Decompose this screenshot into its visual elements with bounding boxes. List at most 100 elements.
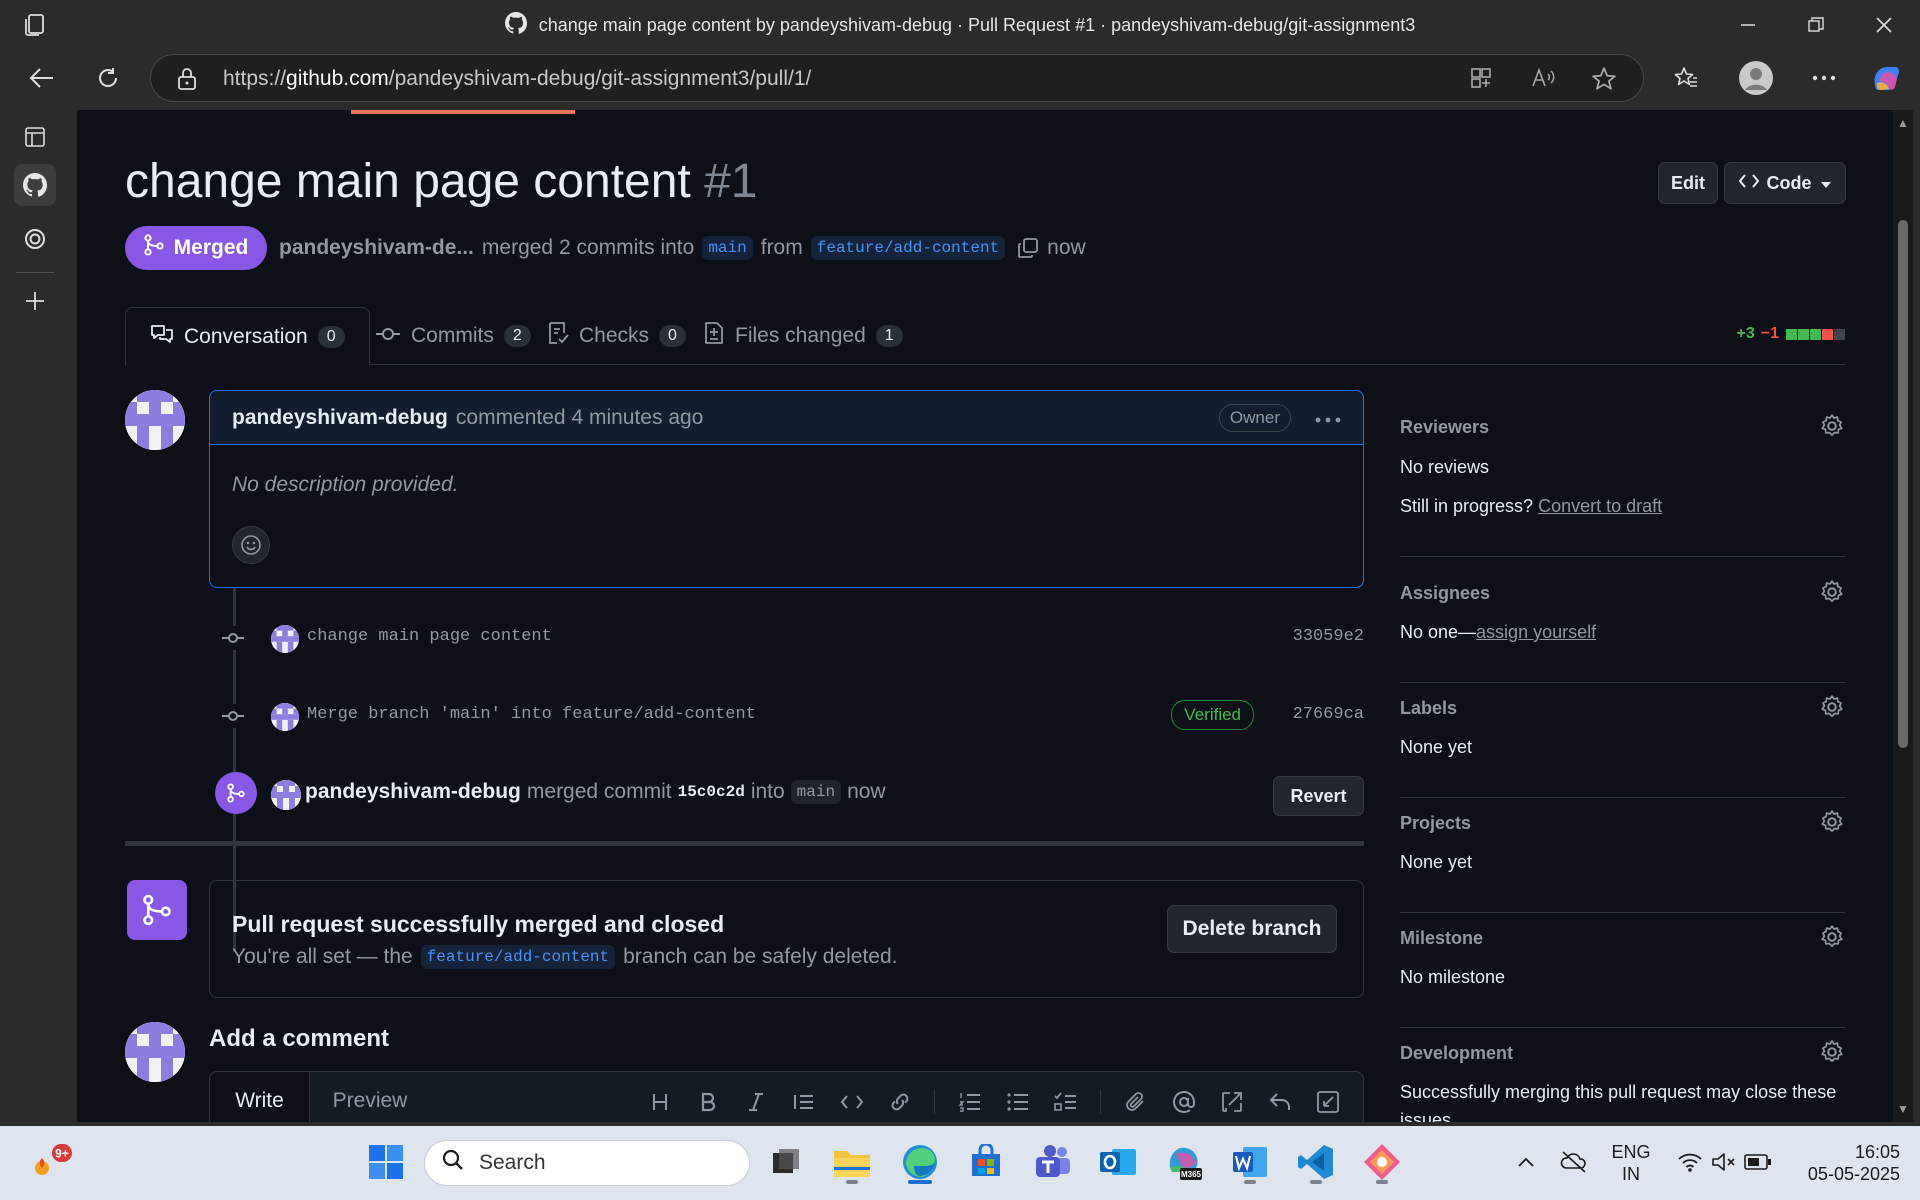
assignees-gear-icon[interactable] [1819, 579, 1845, 605]
edge-browser-icon[interactable] [896, 1138, 944, 1186]
chatgpt-tab-icon[interactable] [14, 218, 56, 260]
fullscreen-icon[interactable] [1314, 1088, 1342, 1116]
comment-options-icon[interactable] [1315, 399, 1341, 430]
outlook-icon[interactable] [1094, 1138, 1142, 1186]
scroll-down-icon[interactable]: ▼ [1896, 1102, 1910, 1116]
deletable-branch[interactable]: feature/add-content [420, 945, 616, 969]
teams-icon[interactable] [1028, 1138, 1076, 1186]
labels-gear-icon[interactable] [1819, 694, 1845, 720]
milestone-gear-icon[interactable] [1819, 924, 1845, 950]
development-gear-icon[interactable] [1819, 1039, 1845, 1065]
word-icon[interactable] [1226, 1138, 1274, 1186]
delete-branch-button[interactable]: Delete branch [1167, 905, 1337, 953]
app-available-icon[interactable] [1469, 66, 1495, 92]
bold-icon[interactable] [694, 1088, 722, 1116]
close-window-button[interactable] [1850, 0, 1918, 50]
comment-box: pandeyshivam-debug commented 4 minutes a… [209, 390, 1364, 588]
sidebar-toggle-icon[interactable] [14, 116, 56, 158]
commit-sha[interactable]: 33059e2 [1293, 627, 1364, 646]
heading-icon[interactable] [646, 1088, 674, 1116]
page-scrollbar[interactable]: ▲ ▼ [1893, 110, 1913, 1122]
refresh-button[interactable] [86, 58, 130, 98]
tab-files-changed[interactable]: Files changed 1 [679, 307, 927, 365]
vscode-icon[interactable] [1292, 1138, 1340, 1186]
link-icon[interactable] [886, 1088, 914, 1116]
favorites-icon[interactable] [1664, 56, 1708, 100]
scrollbar-thumb[interactable] [1898, 220, 1908, 748]
snipping-tool-icon[interactable] [1358, 1138, 1406, 1186]
add-reaction-icon[interactable] [232, 526, 270, 564]
favorite-star-icon[interactable] [1591, 66, 1617, 92]
commit-sha[interactable]: 27669ca [1293, 705, 1364, 724]
merge-target-branch[interactable]: main [790, 780, 842, 804]
copilot-icon[interactable] [1864, 56, 1908, 100]
back-button[interactable] [20, 58, 64, 98]
commit-author-avatar[interactable] [271, 625, 299, 653]
attach-icon[interactable] [1122, 1088, 1150, 1116]
projects-label: Projects [1400, 813, 1472, 833]
italic-icon[interactable] [742, 1088, 770, 1116]
read-aloud-icon[interactable] [1531, 66, 1557, 92]
reply-icon[interactable] [1266, 1088, 1294, 1116]
write-tab[interactable]: Write [210, 1072, 310, 1122]
verified-badge[interactable]: Verified [1171, 700, 1254, 730]
mention-icon[interactable] [1170, 1088, 1198, 1116]
battery-icon[interactable] [1734, 1138, 1782, 1186]
tab-conversation[interactable]: Conversation 0 [125, 307, 370, 366]
language-indicator[interactable]: ENG IN [1608, 1141, 1654, 1185]
labels-label: Labels [1400, 698, 1458, 718]
author-link[interactable]: pandeyshivam-de... [279, 236, 474, 260]
profile-avatar[interactable] [1734, 56, 1778, 100]
file-explorer-icon[interactable] [828, 1138, 876, 1186]
merger-name[interactable]: pandeyshivam-debug [305, 780, 521, 804]
merge-commit-sha[interactable]: 15c0c2d [678, 783, 745, 801]
windows-start-icon[interactable] [362, 1138, 410, 1186]
convert-to-draft-link[interactable]: Convert to draft [1538, 496, 1662, 516]
task-view-icon[interactable] [762, 1138, 810, 1186]
code-button[interactable]: Code [1724, 162, 1846, 204]
lock-icon[interactable] [177, 67, 197, 96]
clock[interactable]: 16:05 05-05-2025 [1790, 1141, 1900, 1185]
quote-icon[interactable] [790, 1088, 818, 1116]
projects-gear-icon[interactable] [1819, 809, 1845, 835]
ordered-list-icon[interactable] [956, 1088, 984, 1116]
current-user-avatar[interactable] [125, 1022, 185, 1082]
reviewers-gear-icon[interactable] [1819, 413, 1845, 439]
task-list-icon[interactable] [1052, 1088, 1080, 1116]
m365-icon[interactable]: M365 [1160, 1138, 1208, 1186]
show-hidden-icons-chevron-up-icon[interactable] [1502, 1138, 1550, 1186]
add-tab-icon[interactable] [14, 280, 56, 322]
unordered-list-icon[interactable] [1004, 1088, 1032, 1116]
comment-author[interactable]: pandeyshivam-debug [232, 406, 448, 430]
minimize-button[interactable] [1714, 0, 1782, 50]
copy-branch-icon[interactable] [1017, 237, 1039, 259]
preview-tab[interactable]: Preview [310, 1072, 430, 1122]
merger-avatar[interactable] [271, 780, 301, 810]
author-avatar[interactable] [125, 390, 185, 450]
scroll-up-icon[interactable]: ▲ [1896, 116, 1910, 130]
browser-sidebar [0, 106, 70, 1126]
assign-yourself-link[interactable]: assign yourself [1476, 622, 1596, 642]
base-branch[interactable]: main [702, 236, 753, 260]
address-bar[interactable]: https://github.com/pandeyshivam-debug/gi… [150, 54, 1644, 102]
commit-message[interactable]: change main page content [307, 627, 552, 646]
edit-button[interactable]: Edit [1658, 162, 1718, 204]
owner-badge: Owner [1218, 404, 1291, 432]
taskbar-search[interactable]: Search [424, 1140, 750, 1186]
microsoft-store-icon[interactable] [962, 1138, 1010, 1186]
github-tab-icon[interactable] [14, 164, 56, 206]
commit-author-avatar[interactable] [271, 703, 299, 731]
search-icon [441, 1148, 465, 1178]
restore-button[interactable] [1782, 0, 1850, 50]
revert-button[interactable]: Revert [1273, 776, 1364, 816]
more-options-icon[interactable] [1802, 56, 1846, 100]
commit-message[interactable]: Merge branch 'main' into feature/add-con… [307, 705, 756, 724]
comment-timestamp[interactable]: commented 4 minutes ago [456, 406, 703, 430]
weather-widget-icon[interactable]: 9+ [26, 1138, 74, 1186]
onedrive-offline-icon[interactable] [1550, 1138, 1598, 1186]
url-text[interactable]: https://github.com/pandeyshivam-debug/gi… [223, 67, 811, 91]
reference-icon[interactable] [1218, 1088, 1246, 1116]
head-branch[interactable]: feature/add-content [810, 236, 1006, 260]
code-icon[interactable] [838, 1088, 866, 1116]
labels-value: None yet [1400, 737, 1473, 757]
